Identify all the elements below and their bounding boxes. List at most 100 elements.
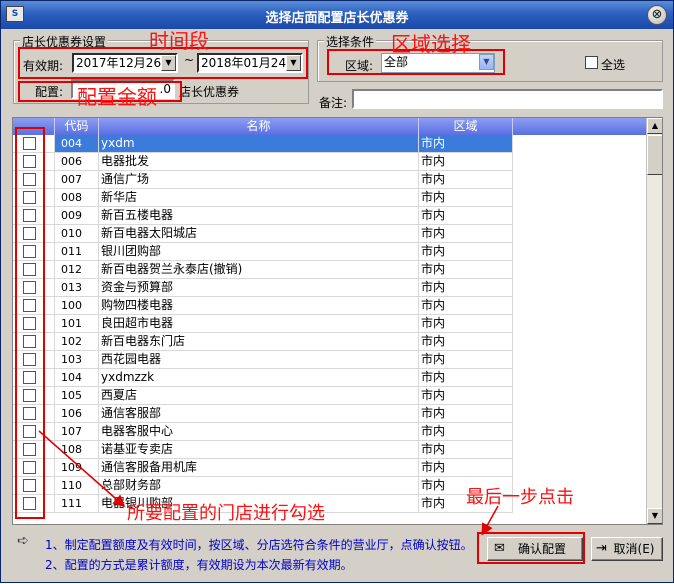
scroll-down-icon[interactable]: ▼ (647, 508, 662, 524)
annotation-region-select: 区域选择 (391, 32, 471, 56)
row-area: 市内 (419, 423, 513, 441)
table-row[interactable]: 102 新百电器东门店 市内 (13, 333, 647, 351)
row-code: 102 (55, 333, 99, 351)
row-area: 市内 (419, 171, 513, 189)
row-area: 市内 (419, 279, 513, 297)
row-area: 市内 (419, 243, 513, 261)
row-code: 010 (55, 225, 99, 243)
row-area: 市内 (419, 441, 513, 459)
row-code: 106 (55, 405, 99, 423)
hint-line-1: 1、制定配置额度及有效时间，按区域、分店选符合条件的营业厅，点确认按钮。 (45, 538, 473, 552)
table-row[interactable]: 101 良田超市电器 市内 (13, 315, 647, 333)
table-row[interactable]: 013 资金与预算部 市内 (13, 279, 647, 297)
hint-icon: ➪ (17, 533, 29, 549)
header-code[interactable]: 代码 (55, 118, 99, 135)
row-code: 009 (55, 207, 99, 225)
scroll-thumb[interactable] (647, 135, 662, 175)
table-row[interactable]: 009 新百五楼电器 市内 (13, 207, 647, 225)
row-code: 105 (55, 387, 99, 405)
table-row[interactable]: 011 银川团购部 市内 (13, 243, 647, 261)
row-name: 新百电器贺兰永泰店(撤销) (99, 261, 419, 279)
row-code: 008 (55, 189, 99, 207)
annotation-time-period: 时间段 (149, 29, 209, 53)
cancel-button[interactable]: ⇥ 取消(E) (591, 537, 663, 561)
table-row[interactable]: 008 新华店 市内 (13, 189, 647, 207)
row-code: 109 (55, 459, 99, 477)
row-area: 市内 (419, 261, 513, 279)
table-row[interactable]: 100 购物四楼电器 市内 (13, 297, 647, 315)
row-name: 新百电器太阳城店 (99, 225, 419, 243)
row-name: 良田超市电器 (99, 315, 419, 333)
row-area: 市内 (419, 387, 513, 405)
row-code: 007 (55, 171, 99, 189)
table-row[interactable]: 108 诺基亚专卖店 市内 (13, 441, 647, 459)
select-all-label: 全选 (601, 58, 626, 72)
row-name: yxdm (99, 135, 419, 153)
row-area: 市内 (419, 189, 513, 207)
row-code: 103 (55, 351, 99, 369)
table-header: 代码 名称 区域 (13, 118, 647, 135)
row-name: 银川团购部 (99, 243, 419, 261)
table-row[interactable]: 109 通信客服备用机库 市内 (13, 459, 647, 477)
row-code: 101 (55, 315, 99, 333)
row-code: 006 (55, 153, 99, 171)
remark-label: 备注: (319, 96, 348, 110)
table-row[interactable]: 106 通信客服部 市内 (13, 405, 647, 423)
row-code: 012 (55, 261, 99, 279)
row-area: 市内 (419, 207, 513, 225)
config-dialog: S 选择店面配置店长优惠券 ⊗ 店长优惠券设置 有效期: 2017年12月26日… (0, 0, 674, 583)
annotation-final-click: 最后一步点击 (466, 487, 574, 508)
row-name: 资金与预算部 (99, 279, 419, 297)
table-row[interactable]: 104 yxdmzzk 市内 (13, 369, 647, 387)
row-area: 市内 (419, 297, 513, 315)
select-all-checkbox[interactable] (585, 56, 598, 69)
row-area: 市内 (419, 225, 513, 243)
table-row[interactable]: 004 yxdm 市内 (13, 135, 647, 153)
table-row[interactable]: 012 新百电器贺兰永泰店(撤销) 市内 (13, 261, 647, 279)
row-name: 通信客服部 (99, 405, 419, 423)
row-name: 购物四楼电器 (99, 297, 419, 315)
close-button[interactable]: ⊗ (647, 5, 667, 25)
title-bar[interactable]: S 选择店面配置店长优惠券 ⊗ (1, 1, 673, 29)
row-area: 市内 (419, 153, 513, 171)
row-name: 通信广场 (99, 171, 419, 189)
table-row[interactable]: 105 西夏店 市内 (13, 387, 647, 405)
annotation-config-amount: 配置金额 (77, 85, 157, 109)
table-row[interactable]: 107 电器客服中心 市内 (13, 423, 647, 441)
row-name: 通信客服备用机库 (99, 459, 419, 477)
table-row[interactable]: 006 电器批发 市内 (13, 153, 647, 171)
row-code: 011 (55, 243, 99, 261)
row-area: 市内 (419, 369, 513, 387)
cancel-label: 取消(E) (613, 542, 655, 556)
annotation-box-confirm (477, 532, 585, 564)
row-code: 100 (55, 297, 99, 315)
row-code: 108 (55, 441, 99, 459)
row-name: 诺基亚专卖店 (99, 441, 419, 459)
row-code: 104 (55, 369, 99, 387)
window-title: 选择店面配置店长优惠券 (265, 11, 409, 26)
annotation-box-checkboxes (15, 127, 45, 519)
annotation-check-stores: 所要配置的门店进行勾选 (127, 503, 325, 524)
store-table: 代码 名称 区域 004 yxdm 市内 006 电器批发 市内 007 通信广场 市内 008 新… (12, 117, 663, 525)
row-code: 111 (55, 495, 99, 513)
row-name: 新百五楼电器 (99, 207, 419, 225)
row-name: 西夏店 (99, 387, 419, 405)
row-name: 电器批发 (99, 153, 419, 171)
row-name: 新华店 (99, 189, 419, 207)
header-name[interactable]: 名称 (99, 118, 419, 135)
vertical-scrollbar[interactable]: ▲ ▼ (646, 118, 662, 524)
row-area: 市内 (419, 315, 513, 333)
row-area: 市内 (419, 333, 513, 351)
row-code: 110 (55, 477, 99, 495)
header-area[interactable]: 区域 (419, 118, 513, 135)
row-area: 市内 (419, 459, 513, 477)
scroll-up-icon[interactable]: ▲ (647, 118, 662, 134)
row-area: 市内 (419, 351, 513, 369)
table-row[interactable]: 103 西花园电器 市内 (13, 351, 647, 369)
row-name: 新百电器东门店 (99, 333, 419, 351)
table-row[interactable]: 007 通信广场 市内 (13, 171, 647, 189)
row-name: yxdmzzk (99, 369, 419, 387)
remark-input[interactable] (352, 89, 663, 109)
amount-suffix: 店长优惠券 (179, 85, 240, 99)
table-row[interactable]: 010 新百电器太阳城店 市内 (13, 225, 647, 243)
